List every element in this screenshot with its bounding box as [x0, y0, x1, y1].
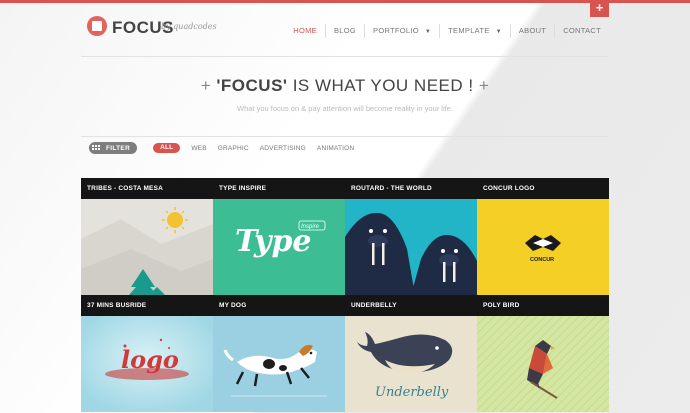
brand-byline: by quadcodes [161, 22, 217, 31]
hero-title-rest: IS WHAT YOU NEED ! [287, 76, 474, 95]
portfolio-item-title: POLY BIRD [477, 295, 609, 316]
site-header: FOCUS by quadcodes HOME BLOG PORTFOLIO ▼ … [81, 8, 609, 58]
poly-bird-thumbnail [477, 316, 609, 412]
portfolio-item-routard[interactable]: ROUTARD - THE WORLD [345, 178, 477, 295]
portfolio-item-title: UNDERBELLY [345, 295, 477, 316]
my-dog-thumbnail [213, 316, 345, 412]
header-divider [81, 56, 609, 57]
filter-graphic[interactable]: GRAPHIC [218, 145, 249, 152]
portfolio-item-busride[interactable]: 37 MINS BUSRIDE logo [81, 295, 213, 412]
main-nav: HOME BLOG PORTFOLIO ▼ TEMPLATE ▼ ABOUT CON… [285, 24, 609, 38]
filter-advertising[interactable]: ADVERTISING [260, 145, 306, 152]
nav-contact[interactable]: CONTACT [554, 24, 609, 38]
hero-title: + 'FOCUS' IS WHAT YOU NEED ! + [81, 76, 609, 96]
type-inspire-thumbnail: Type Inspire [213, 199, 345, 295]
portfolio-item-title: TRIBES - COSTA MESA [81, 178, 213, 199]
filter-animation[interactable]: ANIMATION [317, 145, 354, 152]
nav-portfolio[interactable]: PORTFOLIO ▼ [364, 24, 439, 38]
hero-plus-left: + [200, 76, 212, 95]
portfolio-item-title: MY DOG [213, 295, 345, 316]
portfolio-grid: TRIBES - COSTA MESA TYPE INSPIRE Type In… [81, 178, 609, 412]
portfolio-item-type-inspire[interactable]: TYPE INSPIRE Type Inspire [213, 178, 345, 295]
portfolio-filter: FILTER ALL WEB GRAPHIC ADVERTISING ANIMA… [89, 142, 354, 154]
underbelly-art-text: Underbelly [375, 385, 449, 400]
nav-portfolio-label: PORTFOLIO [373, 26, 419, 35]
hero-subtitle: What you focus on & pay attention will b… [237, 104, 453, 113]
nav-blog[interactable]: BLOG [324, 24, 364, 38]
concur-thumbnail: CONCUR [477, 199, 609, 295]
portfolio-item-poly-bird[interactable]: POLY BIRD [477, 295, 609, 412]
portfolio-item-title: CONCUR LOGO [477, 178, 609, 199]
grid-icon [92, 144, 102, 152]
portfolio-item-title: ROUTARD - THE WORLD [345, 178, 477, 199]
filter-button[interactable]: FILTER [89, 142, 138, 154]
portfolio-item-title: TYPE INSPIRE [213, 178, 345, 199]
filter-all[interactable]: ALL [153, 143, 181, 153]
top-accent-rule [0, 0, 690, 3]
busride-art-text: logo [121, 345, 179, 374]
nav-home[interactable]: HOME [285, 24, 325, 38]
filter-button-label: FILTER [106, 144, 131, 152]
nav-about[interactable]: ABOUT [509, 24, 554, 38]
chevron-down-icon: ▼ [424, 29, 432, 35]
underbelly-thumbnail: Underbelly [345, 316, 477, 412]
filter-web[interactable]: WEB [191, 145, 206, 152]
chevron-down-icon: ▼ [495, 29, 502, 35]
hero-plus-right: + [478, 76, 490, 95]
portfolio-item-underbelly[interactable]: UNDERBELLY Underbelly [345, 295, 477, 412]
routard-thumbnail [345, 199, 477, 295]
busride-thumbnail: logo [81, 316, 213, 412]
tribes-thumbnail [81, 199, 213, 295]
nav-template[interactable]: TEMPLATE ▼ [439, 24, 510, 38]
portfolio-item-my-dog[interactable]: MY DOG [213, 295, 345, 412]
portfolio-item-title: 37 MINS BUSRIDE [81, 295, 213, 316]
hero-title-strong: 'FOCUS' [216, 76, 288, 95]
portfolio-item-tribes[interactable]: TRIBES - COSTA MESA [81, 178, 213, 295]
focus-logo-icon[interactable] [87, 16, 107, 36]
portfolio-item-concur[interactable]: CONCUR LOGO CONCUR [477, 178, 609, 295]
hero-divider [81, 136, 609, 137]
concur-art-text: CONCUR [530, 257, 554, 263]
type-art-badge: Inspire [301, 224, 320, 230]
nav-template-label: TEMPLATE [448, 26, 490, 35]
